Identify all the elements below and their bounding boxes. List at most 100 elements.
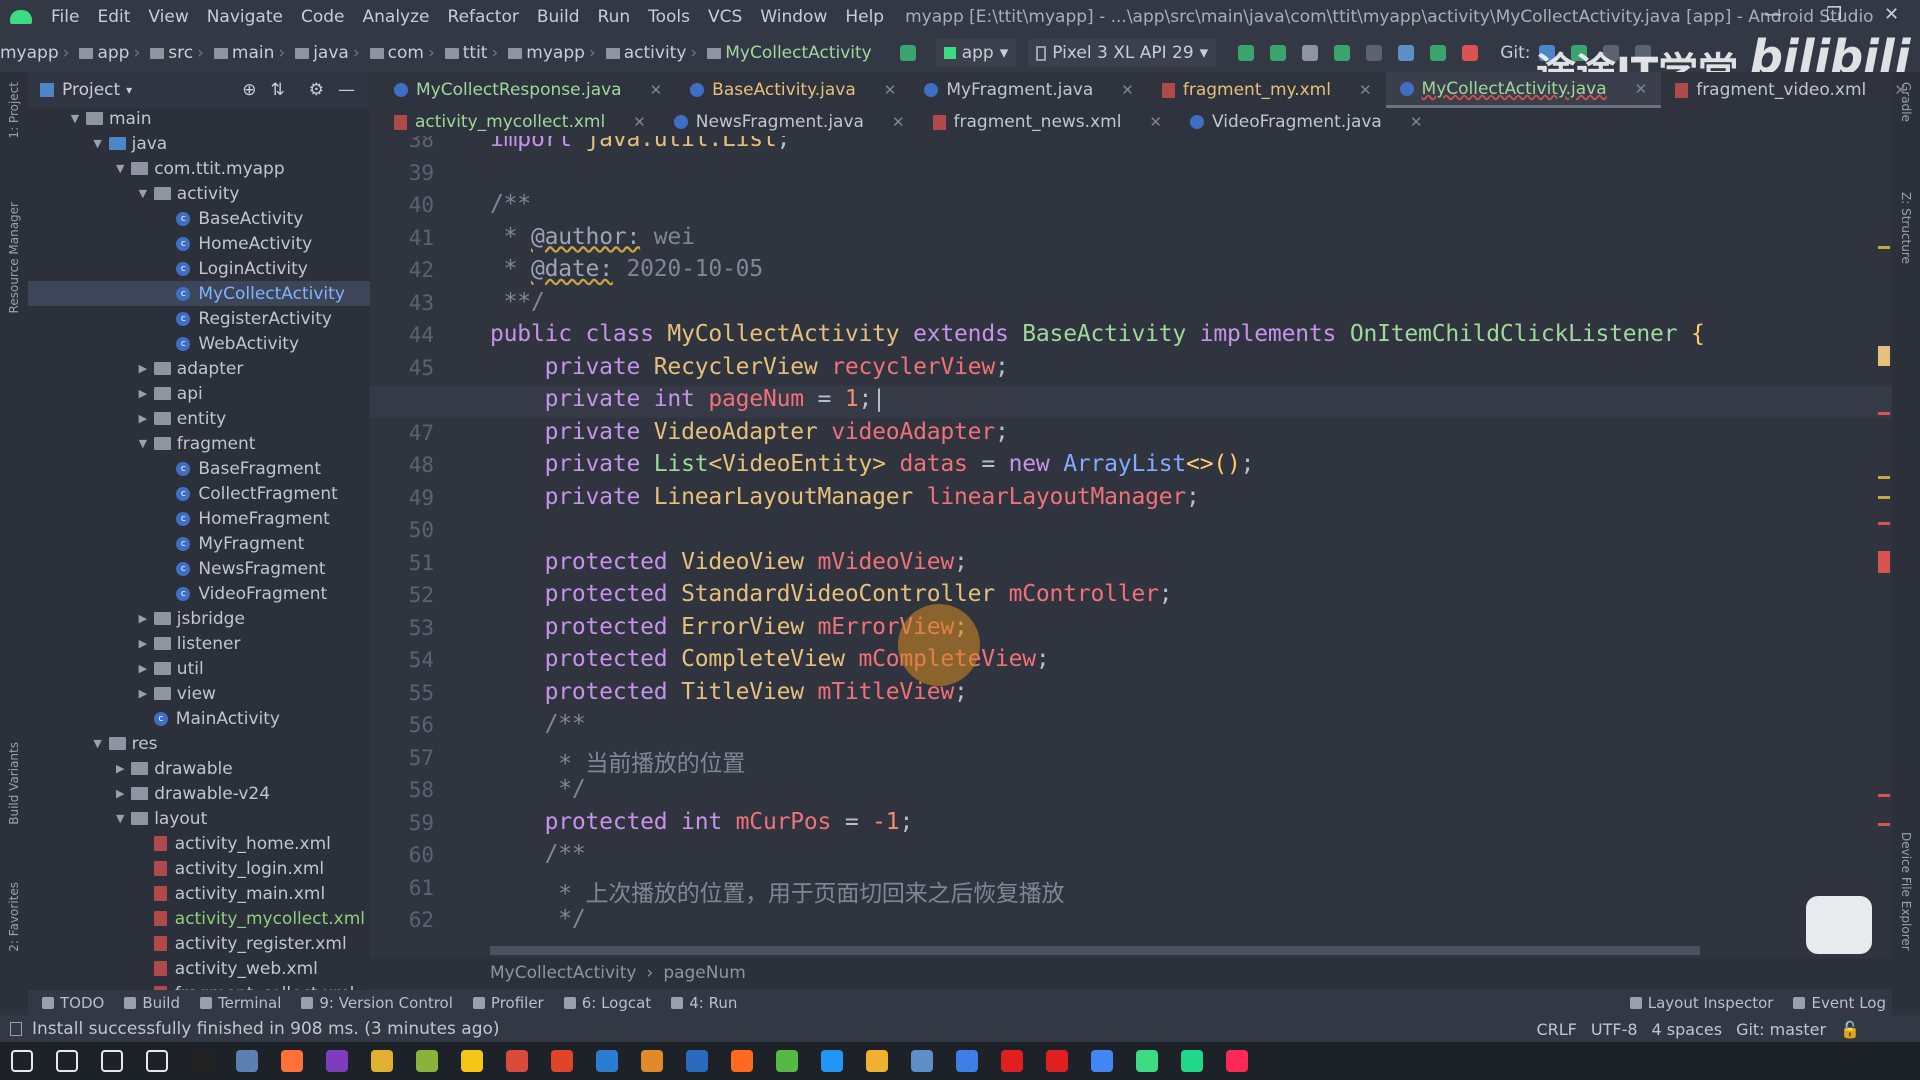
close-tab-icon[interactable]: ✕	[1894, 81, 1907, 99]
close-button[interactable]: ✕	[1884, 4, 1899, 25]
apply-code-changes-icon[interactable]	[1302, 45, 1319, 61]
tree-item[interactable]: c WebActivity	[28, 331, 370, 356]
debug-icon[interactable]	[1334, 45, 1351, 61]
profile-icon[interactable]	[1366, 45, 1383, 61]
code-line[interactable]: */	[490, 906, 585, 932]
taskbar-app-icon[interactable]	[506, 1050, 528, 1072]
code-line[interactable]: * @author: wei	[490, 224, 695, 250]
warning-marker[interactable]	[1878, 346, 1890, 366]
error-marker[interactable]	[1878, 412, 1890, 415]
taskbar-app-icon[interactable]	[101, 1050, 123, 1072]
tree-item[interactable]: ▶ jsbridge	[28, 606, 370, 631]
menu-code[interactable]: Code	[292, 7, 354, 27]
chevron-right-icon[interactable]: ▶	[136, 412, 150, 425]
warning-marker[interactable]	[1878, 246, 1890, 249]
tree-item[interactable]: activity_login.xml	[28, 856, 370, 881]
taskbar-app-icon[interactable]	[461, 1050, 483, 1072]
taskbar-app-icon[interactable]	[866, 1050, 888, 1072]
code-line[interactable]: */	[490, 776, 585, 802]
tab-newsfragment-java[interactable]: NewsFragment.java ✕	[660, 108, 919, 136]
tree-item[interactable]: c NewsFragment	[28, 556, 370, 581]
tool-window-event-log[interactable]: Event Log	[1793, 994, 1886, 1012]
make-project-icon[interactable]	[899, 45, 916, 61]
code-editor[interactable]: 3839404142434445464748495051525354555657…	[370, 136, 1892, 958]
tool-window-build[interactable]: Build	[124, 994, 180, 1012]
git-rollback-icon[interactable]	[1634, 45, 1651, 61]
tree-item[interactable]: fragment_collect.xml	[28, 981, 370, 990]
tool-project[interactable]: 1: Project	[7, 82, 21, 139]
code-line[interactable]: private VideoAdapter videoAdapter;	[490, 419, 1009, 445]
tree-item[interactable]: ▼ fragment	[28, 431, 370, 456]
chevron-right-icon[interactable]: ▶	[136, 387, 150, 400]
tree-item[interactable]: ▶ view	[28, 681, 370, 706]
taskbar-app-icon[interactable]	[11, 1050, 33, 1072]
taskbar-app-icon[interactable]	[1136, 1050, 1158, 1072]
device-select[interactable]: Pixel 3 XL API 29 ▾	[1028, 39, 1217, 67]
taskbar-app-icon[interactable]	[56, 1050, 78, 1072]
coverage-icon[interactable]	[1430, 45, 1447, 61]
nav-crumb[interactable]: ttit ›	[439, 43, 503, 63]
tree-item[interactable]: ▶ listener	[28, 631, 370, 656]
chevron-down-icon[interactable]: ▼	[68, 112, 82, 125]
apply-changes-icon[interactable]	[1270, 45, 1287, 61]
taskbar-app-icon[interactable]	[551, 1050, 573, 1072]
taskbar-app-icon[interactable]	[191, 1050, 213, 1072]
tool-window-profiler[interactable]: Profiler	[472, 994, 544, 1012]
code-line[interactable]: /**	[490, 841, 586, 867]
nav-crumb[interactable]: java ›	[289, 43, 363, 63]
tool-device-file-explorer[interactable]: Device File Explorer	[1899, 832, 1913, 951]
chevron-down-icon[interactable]: ▼	[113, 162, 127, 175]
taskbar-app-icon[interactable]	[1181, 1050, 1203, 1072]
tab-videofragment-java[interactable]: VideoFragment.java ✕	[1176, 108, 1436, 136]
close-tab-icon[interactable]: ✕	[1149, 113, 1162, 131]
git-commit-icon[interactable]	[1570, 45, 1587, 61]
tree-item[interactable]: c MainActivity	[28, 706, 370, 731]
tool-resource-manager[interactable]: Resource Manager	[7, 202, 21, 313]
menu-view[interactable]: View	[139, 7, 197, 27]
tool-window--version-control[interactable]: 9: Version Control	[301, 994, 453, 1012]
code-line[interactable]: * @date: 2020-10-05	[490, 256, 764, 282]
git-update-icon[interactable]	[1538, 45, 1555, 61]
tool-window--logcat[interactable]: 6: Logcat	[563, 994, 651, 1012]
chevron-down-icon[interactable]: ▾	[126, 83, 132, 97]
tree-item[interactable]: c HomeActivity	[28, 231, 370, 256]
code-line[interactable]: protected TitleView mTitleView;	[490, 679, 968, 705]
taskbar-app-icon[interactable]	[1046, 1050, 1068, 1072]
taskbar-app-icon[interactable]	[281, 1050, 303, 1072]
chevron-right-icon[interactable]: ▶	[136, 687, 150, 700]
git-history-icon[interactable]	[1602, 45, 1619, 61]
tab-fragment-my-xml[interactable]: fragment_my.xml ✕	[1148, 72, 1386, 108]
project-view-select[interactable]: Project	[62, 80, 120, 100]
tab-baseactivity-java[interactable]: BaseActivity.java ✕	[676, 72, 910, 108]
taskbar-app-icon[interactable]	[686, 1050, 708, 1072]
taskbar-app-icon[interactable]	[371, 1050, 393, 1072]
error-marker[interactable]	[1878, 794, 1890, 797]
taskbar-app-icon[interactable]	[236, 1050, 258, 1072]
error-marker[interactable]	[1878, 551, 1890, 573]
taskbar-app-icon[interactable]	[641, 1050, 663, 1072]
nav-crumb[interactable]: app ›	[73, 43, 144, 63]
code-line[interactable]: private List<VideoEntity> datas = new Ar…	[490, 451, 1255, 477]
tree-item[interactable]: c MyFragment	[28, 531, 370, 556]
indent-setting[interactable]: 4 spaces	[1652, 1020, 1723, 1039]
chevron-right-icon[interactable]: ▶	[136, 612, 150, 625]
tool-favorites[interactable]: 2: Favorites	[7, 882, 21, 952]
tree-item[interactable]: c VideoFragment	[28, 581, 370, 606]
taskbar-app-icon[interactable]	[956, 1050, 978, 1072]
tree-item[interactable]: c BaseFragment	[28, 456, 370, 481]
tree-item[interactable]: activity_register.xml	[28, 931, 370, 956]
close-tab-icon[interactable]: ✕	[1121, 81, 1134, 99]
close-tab-icon[interactable]: ✕	[1410, 113, 1423, 131]
nav-crumb[interactable]: main ›	[208, 43, 289, 63]
tree-item[interactable]: activity_home.xml	[28, 831, 370, 856]
taskbar-app-icon[interactable]	[911, 1050, 933, 1072]
menu-navigate[interactable]: Navigate	[198, 7, 292, 27]
tree-item[interactable]: ▶ api	[28, 381, 370, 406]
tab-myfragment-java[interactable]: MyFragment.java ✕	[910, 72, 1148, 108]
nav-crumb[interactable]: myapp ›	[0, 43, 73, 63]
code-line[interactable]: * 当前播放的位置	[490, 744, 745, 778]
tree-item[interactable]: ▼ res	[28, 731, 370, 756]
error-marker[interactable]	[1878, 823, 1890, 826]
chevron-down-icon[interactable]: ▼	[136, 437, 150, 450]
close-tab-icon[interactable]: ✕	[884, 81, 897, 99]
